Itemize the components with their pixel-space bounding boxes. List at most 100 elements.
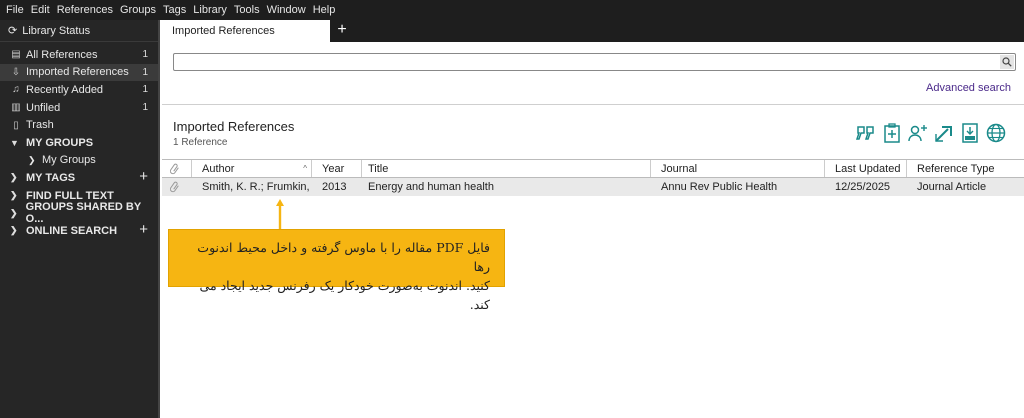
export-button[interactable] [931,121,957,145]
section-label: MY TAGS [26,171,76,184]
menu-groups[interactable]: Groups [120,4,156,16]
paperclip-icon [170,163,179,174]
sidebar-item-label: Unfiled [26,101,61,114]
chevron-right-icon: ❯ [10,207,18,218]
advanced-search-link[interactable]: Advanced search [926,82,1011,94]
bell-icon: ♫ [12,84,20,96]
menu-library[interactable]: Library [193,4,227,16]
reference-table-header: Author ^ Year Title Journal Last Updated… [162,159,1024,178]
add-online-search-icon[interactable]: + [139,221,148,238]
menu-edit[interactable]: Edit [31,4,50,16]
column-label: Last Updated [835,162,901,175]
author-cell: Smith, K. R.; Frumkin, H.... [202,181,312,193]
find-pdf-button[interactable] [957,121,983,145]
sidebar-section-my-groups[interactable]: ▼ MY GROUPS [0,134,158,152]
column-label: Reference Type [917,162,995,175]
new-tab-button[interactable]: + [334,21,350,39]
add-tag-icon[interactable]: + [139,168,148,185]
last-updated-cell: 12/25/2025 [835,181,891,193]
column-journal[interactable]: Journal [651,160,825,177]
menu-help[interactable]: Help [313,4,336,16]
annotation-arrow-icon [276,199,284,229]
sidebar-item-my-groups[interactable]: ❯ My Groups [0,152,158,170]
section-label: MY GROUPS [26,136,94,149]
callout-line: فایل PDF مقاله را با ماوس گرفته و داخل م… [197,240,490,274]
reference-count: 1 Reference [173,137,228,148]
menu-tags[interactable]: Tags [163,4,186,16]
column-year[interactable]: Year [312,160,362,177]
share-with-user-button[interactable] [905,121,931,145]
sidebar-section-groups-shared[interactable]: ❯ GROUPS SHARED BY O... [0,201,158,225]
pdf-download-icon [962,123,978,143]
online-search-button[interactable] [983,121,1009,145]
column-title[interactable]: Title [362,160,651,177]
sidebar-item-label: My Groups [42,154,96,167]
sidebar-item-imported-references[interactable]: ⇩ Imported References 1 [0,63,158,82]
title-cell: Energy and human health [368,181,494,193]
menu-bar: File Edit References Groups Tags Library… [0,0,1024,20]
section-label: FIND FULL TEXT [26,189,114,202]
sidebar-section-online-search[interactable]: ❯ ONLINE SEARCH + [0,221,158,240]
table-row[interactable]: Smith, K. R.; Frumkin, H.... 2013 Energy… [162,178,1024,196]
library-status-button[interactable]: ⟳ Library Status [0,20,158,42]
sidebar-item-trash[interactable]: ▯ Trash [0,116,158,134]
chevron-down-icon: ▼ [10,137,19,148]
export-arrow-icon [935,126,952,142]
quote-icon [855,126,874,140]
sidebar-item-label: Recently Added [26,83,104,96]
callout-line: کنید. اندنوت به‌صورت خودکار یک رفرنس جدی… [199,278,490,312]
sidebar-item-count: 1 [142,66,148,78]
toolbar [853,121,1009,145]
sidebar-item-count: 1 [142,102,148,114]
sidebar: ⟳ Library Status ▤ All References 1 ⇩ Im… [0,20,160,418]
menu-window[interactable]: Window [267,4,306,16]
instruction-callout: فایل PDF مقاله را با ماوس گرفته و داخل م… [168,229,505,312]
chevron-right-icon: ❯ [10,190,18,201]
sync-icon: ⟳ [8,25,18,37]
globe-icon [986,123,1006,143]
search-icon[interactable] [1000,55,1014,69]
column-author[interactable]: Author ^ [192,160,312,177]
menu-tools[interactable]: Tools [234,4,260,16]
sidebar-item-count: 1 [142,84,148,96]
trash-icon: ▯ [13,119,19,131]
tab-imported-references[interactable]: Imported References [162,20,330,42]
year-cell: 2013 [322,181,347,193]
new-reference-button[interactable] [879,121,905,145]
divider [162,104,1024,105]
column-label: Title [368,162,389,175]
chevron-right-icon: ❯ [10,225,18,236]
page-title: Imported References [173,119,295,134]
sidebar-item-label: All References [26,48,98,61]
reference-type-cell: Journal Article [917,181,987,193]
tab-label: Imported References [172,25,275,37]
clipboard-add-icon [884,123,900,143]
tab-bar: Imported References + [162,20,1024,42]
section-label: ONLINE SEARCH [26,224,118,237]
menu-file[interactable]: File [6,4,24,16]
column-label: Author [202,162,235,175]
library-status-label: Library Status [22,24,91,37]
sidebar-item-unfiled[interactable]: ▥ Unfiled 1 [0,99,158,117]
paperclip-icon [170,181,179,193]
attachment-cell [162,178,192,196]
sidebar-item-label: Trash [26,119,54,132]
sidebar-item-recently-added[interactable]: ♫ Recently Added 1 [0,81,158,99]
column-attachment[interactable] [162,160,192,177]
sidebar-item-all-references[interactable]: ▤ All References 1 [0,46,158,64]
sidebar-item-label: Imported References [26,66,129,79]
chevron-right-icon: ❯ [28,154,36,165]
sidebar-section-my-tags[interactable]: ❯ MY TAGS + [0,168,158,187]
column-last-updated[interactable]: Last Updated [825,160,907,177]
search-input[interactable] [173,53,1016,71]
column-label: Journal [661,162,698,175]
menu-references[interactable]: References [57,4,113,16]
column-label: Year [322,162,345,175]
column-reference-type[interactable]: Reference Type [907,160,1024,177]
import-icon: ⇩ [11,66,21,78]
insert-citation-button[interactable] [853,121,879,145]
journal-cell: Annu Rev Public Health [661,181,778,193]
sidebar-item-count: 1 [142,49,148,61]
user-add-icon [908,125,927,142]
sort-caret-icon: ^ [303,164,307,173]
